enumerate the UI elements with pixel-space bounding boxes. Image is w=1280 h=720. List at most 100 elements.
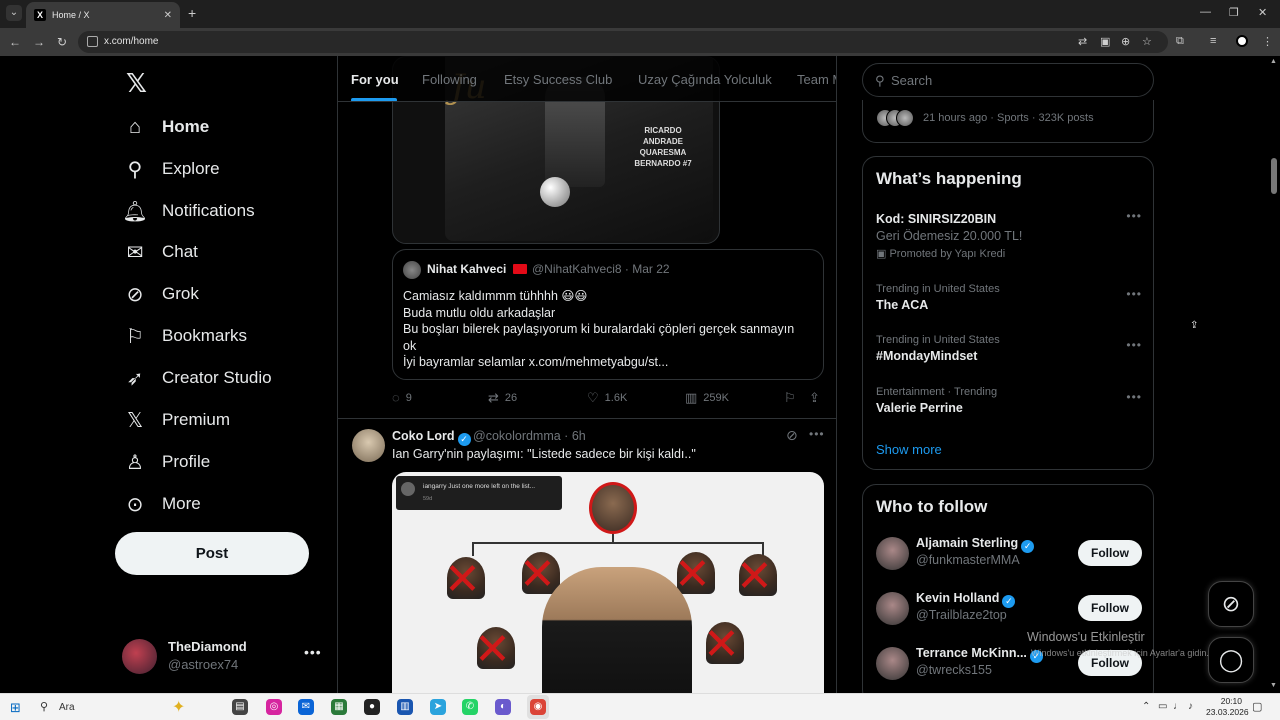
post-coko-lord[interactable]: Coko Lord ✓ @cokolordmma · 6h ⊘ ••• Ian G… (338, 419, 836, 693)
trello-icon[interactable]: ▥ (397, 699, 413, 715)
app-icon[interactable]: ● (364, 699, 380, 715)
tab-etsy-success-club[interactable]: Etsy Success Club (504, 72, 612, 87)
scroll-down-arrow-icon[interactable]: ▼ (1270, 682, 1277, 689)
microphone-icon[interactable]: ♩ (1173, 701, 1183, 712)
account-switcher[interactable]: TheDiamond @astroex74 ••• (122, 636, 327, 676)
more-dots-icon[interactable]: ••• (1126, 338, 1142, 352)
more-dots-icon[interactable]: ••• (304, 644, 322, 660)
nav-item-notifications[interactable]: 🔔︎ Notifications (122, 191, 254, 231)
nav-item-creator-studio[interactable]: ➶ Creator Studio (124, 358, 272, 398)
zoom-icon[interactable]: ⊕ (1121, 35, 1130, 48)
x-logo-icon[interactable]: 𝕏 (126, 68, 147, 99)
grok-icon[interactable]: ⊘ (786, 427, 798, 444)
app-icon[interactable]: ▦ (331, 699, 347, 715)
browser-menu-icon[interactable]: ⋮ (1262, 35, 1273, 48)
quoted-author-name[interactable]: Nihat Kahveci (427, 262, 506, 276)
bookmark-star-icon[interactable]: ☆ (1142, 35, 1152, 48)
trend-item[interactable]: Trending in United States The ACA ••• (876, 283, 1142, 312)
nav-item-chat[interactable]: ✉ Chat (124, 232, 198, 272)
scroll-thumb[interactable] (1271, 158, 1277, 194)
minimize-icon[interactable]: — (1200, 6, 1211, 18)
nav-item-home[interactable]: ⌂ Home (124, 107, 209, 147)
taskbar-search-label[interactable]: Ara (59, 702, 75, 713)
follow-button[interactable]: Follow (1078, 595, 1142, 621)
volume-icon[interactable]: ♪ (1188, 701, 1193, 712)
post-media-image[interactable]: iangarry Just one more left on the list.… (392, 472, 824, 693)
address-bar[interactable]: x.com/home (78, 31, 1168, 53)
more-dots-icon[interactable]: ••• (809, 427, 825, 441)
avatar[interactable] (876, 537, 909, 570)
nav-item-grok[interactable]: ⊘ Grok (124, 274, 199, 314)
instagram-icon[interactable]: ◎ (266, 699, 282, 715)
notification-center-icon[interactable]: ▢ (1252, 700, 1262, 713)
network-icon[interactable]: ▭ (1158, 701, 1167, 712)
translate-icon[interactable]: ⇄ (1078, 35, 1087, 48)
tab-for-you[interactable]: For you (351, 72, 399, 87)
chrome-icon[interactable]: ◉ (530, 699, 546, 715)
scroll-up-arrow-icon[interactable]: ▲ (1270, 58, 1277, 65)
follow-button[interactable]: Follow (1078, 540, 1142, 566)
search-box[interactable]: ⚲ (862, 63, 1154, 97)
avatar[interactable] (876, 592, 909, 625)
reply-button[interactable]: ◌ 9 (392, 390, 412, 405)
browser-tab-home[interactable]: X Home / X ✕ (26, 2, 180, 28)
nav-item-explore[interactable]: ⚲ Explore (124, 149, 220, 189)
tab-search-button[interactable]: ⌄ (6, 5, 22, 21)
follow-suggestion[interactable]: Aljamain Sterling ✓ @funkmasterMMA Follow (876, 534, 1142, 574)
back-icon[interactable]: ← (9, 35, 21, 49)
repost-button[interactable]: ⇄ 26 (488, 390, 517, 406)
nav-item-bookmarks[interactable]: ⚐ Bookmarks (124, 316, 247, 356)
telegram-icon[interactable]: ➤ (430, 699, 446, 715)
quoted-author-handle[interactable]: @NihatKahveci8 · Mar 22 (532, 262, 670, 276)
suggestion-name[interactable]: Aljamain Sterling ✓ (916, 536, 1035, 553)
extensions-icon[interactable]: ⧉ (1176, 35, 1184, 48)
media-control-icon[interactable]: ≡ (1210, 35, 1216, 47)
follow-suggestion[interactable]: Kevin Holland ✓ @Trailblaze2top Follow (876, 589, 1142, 629)
new-tab-button[interactable]: + (188, 6, 196, 20)
views-button[interactable]: ▥ 259K (685, 390, 729, 406)
trend-item[interactable]: Kod: SINIRSIZ20BIN Geri Ödemesiz 20.000 … (876, 209, 1142, 260)
close-tab-icon[interactable]: ✕ (164, 10, 172, 21)
grok-floating-button[interactable]: ⊘ (1208, 581, 1254, 627)
more-dots-icon[interactable]: ••• (1126, 287, 1142, 301)
search-icon[interactable]: ⚲ (40, 700, 48, 713)
tray-chevron-icon[interactable]: ⌃ (1142, 701, 1150, 712)
restore-icon[interactable]: ❐ (1229, 6, 1239, 19)
forward-icon[interactable]: → (33, 35, 45, 49)
suggestion-name[interactable]: Kevin Holland ✓ (916, 591, 1016, 608)
nav-item-profile[interactable]: ♙ Profile (124, 442, 210, 482)
nav-item-more[interactable]: ⊙ More (124, 484, 201, 524)
chat-floating-button[interactable]: ◯ (1208, 637, 1254, 683)
post-author-handle[interactable]: @cokolordmma · 6h (473, 429, 586, 443)
page-scrollbar[interactable]: ▲ ▼ (1268, 56, 1280, 693)
outlook-icon[interactable]: ✉ (298, 699, 314, 715)
nav-item-premium[interactable]: 𝕏 Premium (124, 400, 230, 440)
more-dots-icon[interactable]: ••• (1126, 209, 1142, 223)
tab-uzay-caginda-yolculuk[interactable]: Uzay Çağında Yolculuk (638, 72, 772, 87)
post-author-name[interactable]: Coko Lord ✓ (392, 429, 471, 446)
clock[interactable]: 20:10 23.03.2026 (1206, 696, 1249, 718)
suggestion-name[interactable]: Terrance McKinn... ✓ (916, 646, 1043, 663)
search-input[interactable] (891, 70, 1141, 90)
whatsapp-icon[interactable]: ✆ (462, 699, 478, 715)
bookmark-button[interactable]: ⚐ (784, 390, 802, 406)
site-info-icon[interactable] (87, 36, 98, 47)
copilot-sparkle-icon[interactable]: ✦ (172, 697, 185, 717)
browser-profile-avatar[interactable] (1236, 35, 1248, 47)
avatar[interactable] (352, 429, 385, 462)
task-view-icon[interactable]: ▤ (232, 699, 248, 715)
avatar[interactable] (876, 647, 909, 680)
show-more-link[interactable]: Show more (876, 442, 942, 457)
tab-team-m[interactable]: Team M (797, 72, 836, 87)
trending-card-partial[interactable]: 21 hours ago · Sports · 323K posts (862, 100, 1154, 143)
trend-item[interactable]: Entertainment · Trending Valerie Perrine… (876, 386, 1142, 415)
install-app-icon[interactable]: ▣ (1100, 35, 1110, 48)
close-window-icon[interactable]: ✕ (1258, 6, 1267, 19)
app-icon[interactable]: ◐ (495, 699, 511, 715)
like-button[interactable]: ♡ 1.6K (587, 390, 627, 406)
trend-item[interactable]: Trending in United States #MondayMindset… (876, 334, 1142, 363)
reload-icon[interactable]: ↻ (57, 35, 67, 49)
windows-start-icon[interactable]: ⊞ (10, 700, 21, 716)
more-dots-icon[interactable]: ••• (1126, 390, 1142, 404)
quoted-post[interactable]: Nihat Kahveci @NihatKahveci8 · Mar 22 Ca… (392, 249, 824, 380)
